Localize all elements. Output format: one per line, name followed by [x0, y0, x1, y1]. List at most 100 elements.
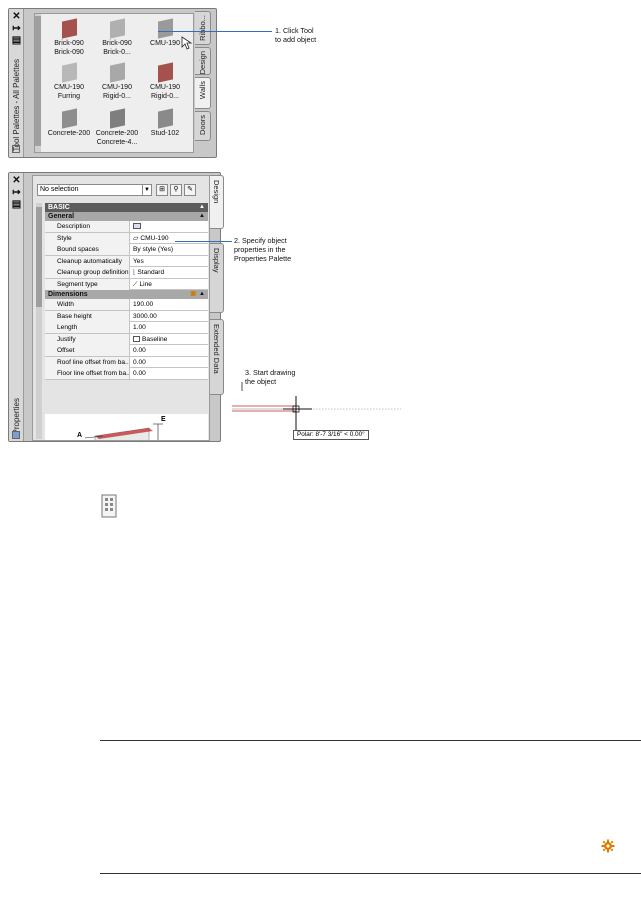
- collapse-icon[interactable]: ▲: [199, 203, 205, 212]
- multi-view-block-icon: [101, 494, 117, 518]
- property-row-style[interactable]: Style ▱ CMU-190: [45, 232, 208, 244]
- property-value[interactable]: Baseline: [131, 334, 208, 345]
- tool-concrete-200-b[interactable]: Concrete-200 Concrete-4...: [91, 108, 143, 147]
- tab-ribbon[interactable]: Ribbo...: [195, 11, 211, 45]
- property-label: Cleanup automatically: [45, 255, 130, 267]
- toggle-pickadd-icon[interactable]: ✎: [184, 184, 196, 196]
- wall-icon: [109, 108, 125, 129]
- tool-label: CMU-190: [150, 84, 180, 91]
- dimensions-header[interactable]: Dimensions ▣ ▲: [45, 290, 208, 299]
- property-row-width[interactable]: A Width 190.00: [45, 299, 208, 311]
- autohide-icon[interactable]: ↦: [11, 188, 22, 198]
- property-value[interactable]: ⌊ Standard: [131, 267, 208, 278]
- property-label: Cleanup group definition: [45, 267, 130, 278]
- tool-cmu-190-rigid-b[interactable]: CMU-190 Rigid-0...: [139, 62, 191, 101]
- autohide-icon[interactable]: ↦: [11, 24, 22, 34]
- wall-icon: [109, 62, 125, 83]
- tool-palette-title: Tool Palettes - All Palettes: [12, 59, 21, 152]
- tab-doors[interactable]: Doors: [195, 111, 211, 141]
- property-row-length[interactable]: C Length 1.00: [45, 322, 208, 334]
- cleanup-group-value: Standard: [137, 269, 165, 276]
- properties-menu-icon[interactable]: ▤: [11, 200, 22, 210]
- property-row-bound-spaces[interactable]: Bound spaces By style (Yes): [45, 244, 208, 256]
- callout-2-line3: Properties Palette: [234, 254, 292, 263]
- tool-concrete-200[interactable]: Concrete-200: [43, 108, 95, 138]
- scrollbar-thumb[interactable]: [36, 207, 42, 307]
- tab-design[interactable]: Design: [195, 47, 211, 75]
- tool-palette-scrollbar[interactable]: [35, 14, 41, 152]
- general-header[interactable]: General ▲: [45, 212, 208, 221]
- selection-value: No selection: [40, 186, 79, 193]
- callout-2: 2. Specify object properties in the Prop…: [234, 236, 291, 263]
- callout-1-line1: 1. Click Tool: [275, 26, 314, 35]
- segment-type-value: Line: [139, 280, 152, 288]
- property-row-offset[interactable]: * Offset 0.00: [45, 345, 208, 357]
- tool-brick-090-b[interactable]: Brick-090 Brick-0...: [91, 18, 143, 57]
- diagram-label-a: A: [77, 432, 83, 439]
- basic-header[interactable]: BASIC ▲: [45, 203, 208, 212]
- properties-menu-icon[interactable]: ▤: [11, 36, 22, 46]
- basic-header-label: BASIC: [48, 204, 70, 211]
- close-icon[interactable]: ✕: [11, 176, 22, 186]
- property-row-description[interactable]: Description: [45, 221, 208, 233]
- tool-brick-090[interactable]: Brick-090 Brick-090: [43, 18, 95, 57]
- justify-icon: [133, 335, 140, 342]
- collapse-icon[interactable]: ▲: [199, 290, 205, 299]
- tab-walls[interactable]: Walls: [195, 77, 211, 109]
- tool-cmu-190-furring[interactable]: CMU-190 Furring: [43, 62, 95, 101]
- wall-icon: [61, 18, 77, 39]
- tool-sublabel: Brick-090: [54, 49, 84, 56]
- selection-dropdown[interactable]: No selection ▼: [37, 184, 152, 196]
- justify-value: Baseline: [142, 335, 168, 343]
- property-row-roof-line-offset[interactable]: *E Roof line offset from ba... 0.00: [45, 356, 208, 368]
- property-label: Offset: [45, 345, 130, 356]
- tab-design[interactable]: Design: [210, 175, 224, 229]
- dimensions-settings-icon[interactable]: ▣: [190, 290, 196, 299]
- tool-sublabel: Brick-0...: [103, 49, 131, 56]
- tool-sublabel: Rigid-0...: [150, 93, 179, 100]
- property-value[interactable]: 3000.00: [131, 311, 208, 322]
- wall-icon: [157, 18, 173, 39]
- drawing-area[interactable]: [228, 382, 403, 432]
- properties-scrollbar[interactable]: [36, 203, 42, 439]
- collapse-icon[interactable]: ▲: [199, 212, 205, 221]
- properties-titlebar[interactable]: ✕ ↦ ▤ Properties: [9, 173, 24, 441]
- callout-3-line1: 3. Start drawing: [245, 368, 296, 377]
- select-objects-icon[interactable]: ⊞: [156, 184, 168, 196]
- property-value[interactable]: By style (Yes): [131, 244, 208, 255]
- close-icon[interactable]: ✕: [11, 12, 22, 22]
- quick-select-icon[interactable]: ⚲: [170, 184, 182, 196]
- wall-icon: [157, 108, 173, 129]
- scrollbar-thumb[interactable]: [35, 16, 41, 146]
- callout-1-leader: [158, 31, 272, 32]
- property-value[interactable]: Yes: [131, 256, 208, 267]
- property-row-segment-type[interactable]: Segment type ⟋ Line: [45, 278, 208, 290]
- property-value[interactable]: ⟋ Line: [131, 279, 208, 290]
- tool-palette-titlebar[interactable]: ✕ ↦ ▤ Tool Palettes - All Palettes: [9, 9, 24, 157]
- property-row-base-height[interactable]: B Base height 3000.00: [45, 310, 208, 322]
- tool-label: Concrete-200: [47, 130, 91, 137]
- property-label: Base height: [45, 310, 130, 322]
- tool-stud-102[interactable]: Stud-102: [139, 108, 191, 138]
- tool-label: CMU-190: [102, 84, 132, 91]
- property-value[interactable]: 190.00: [131, 299, 208, 310]
- tab-display[interactable]: Display: [210, 243, 224, 313]
- property-value[interactable]: 0.00: [131, 345, 208, 356]
- properties-title: Properties: [12, 398, 21, 435]
- property-value[interactable]: 1.00: [131, 322, 208, 333]
- property-row-cleanup-auto[interactable]: Cleanup automatically Yes: [45, 255, 208, 267]
- property-row-cleanup-group[interactable]: Cleanup group definition ⌊ Standard: [45, 267, 208, 279]
- property-row-floor-line-offset[interactable]: *F Floor line offset from ba... 0.00: [45, 368, 208, 380]
- note-gear-icon: [601, 839, 615, 853]
- properties-content: No selection ▼ ⊞ ⚲ ✎ BASIC ▲ General ▲ D…: [32, 175, 210, 441]
- tool-label: Brick-090: [54, 40, 84, 47]
- property-label: Description: [45, 221, 130, 232]
- tool-cmu-190-rigid-a[interactable]: CMU-190 Rigid-0...: [91, 62, 143, 101]
- property-value[interactable]: 0.00: [131, 368, 208, 379]
- tool-sublabel: Furring: [57, 93, 81, 100]
- property-label: Segment type: [45, 278, 130, 290]
- tab-extended-data[interactable]: Extended Data: [210, 319, 224, 395]
- property-value[interactable]: [131, 221, 208, 232]
- property-row-justify[interactable]: Justify Baseline: [45, 333, 208, 345]
- property-value[interactable]: 0.00: [131, 357, 208, 368]
